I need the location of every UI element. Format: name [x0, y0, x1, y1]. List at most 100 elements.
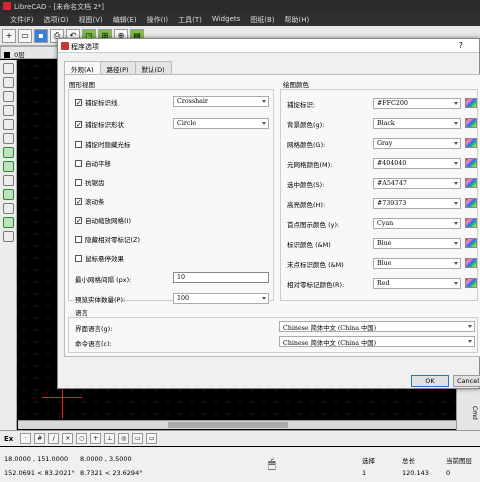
dimension-tool-icon[interactable] [3, 147, 14, 158]
color-picker-icon[interactable] [465, 118, 477, 128]
help-icon[interactable]: ? [459, 41, 463, 50]
background-color-select[interactable]: Black [373, 118, 461, 129]
autopan-option[interactable]: 自动平移 [75, 158, 111, 168]
color-picker-icon[interactable] [465, 138, 477, 148]
color-picker-icon[interactable] [465, 238, 477, 248]
relative-zero-icon[interactable]: ◎ [118, 433, 130, 444]
line-tool-icon[interactable] [3, 63, 14, 74]
info-tool-icon[interactable] [3, 203, 14, 214]
mouse-icon: 🖱 [268, 457, 276, 472]
menu-tools[interactable]: 工具(T) [178, 15, 202, 26]
scrollbar-thumb[interactable] [168, 422, 288, 428]
menu-options[interactable]: 选项(O) [44, 15, 69, 26]
end-handle-color-select[interactable]: Blue [373, 258, 461, 269]
save-icon[interactable]: ▪ [34, 28, 48, 43]
antialias-checkbox[interactable] [75, 178, 82, 186]
snap-free-icon[interactable]: · [20, 433, 32, 444]
hide-relative-zero-checkbox[interactable] [75, 235, 82, 243]
hover-effect-checkbox[interactable] [75, 254, 82, 262]
meta-grid-color-select[interactable]: #404040 [373, 158, 461, 169]
chevron-down-icon [454, 202, 458, 205]
command-language-select[interactable]: Chinese 简体中文 (China 中国) [279, 336, 475, 347]
tab-paths[interactable]: 路径(P) [99, 61, 136, 74]
menu-view[interactable]: 视图(V) [78, 15, 102, 26]
view-monitor-2-icon[interactable]: ▭ [146, 433, 158, 444]
snap-shape-select[interactable]: Circle [173, 118, 269, 129]
menu-operations[interactable]: 操作(I) [147, 15, 169, 26]
hatch-tool-icon[interactable] [3, 161, 14, 172]
min-grid-spacing-input[interactable]: 10 [173, 272, 269, 283]
drawing-colors-group-title: 绘图颜色 [283, 81, 309, 89]
start-handle-color-select[interactable]: Cyan [373, 218, 461, 229]
cancel-button[interactable]: Cancel [453, 375, 480, 387]
snap-shape-option[interactable]: ✓ 捕捉标识形状 [75, 119, 124, 129]
color-picker-icon[interactable] [465, 178, 477, 188]
ui-language-select[interactable]: Chinese 简体中文 (China 中国) [279, 321, 475, 332]
hide-cursor-checkbox[interactable] [75, 140, 82, 148]
open-folder-icon[interactable]: ▭ [18, 28, 32, 43]
menu-widgets[interactable]: Widgets [212, 15, 240, 26]
ok-button[interactable]: OK [411, 375, 449, 387]
block-tool-icon[interactable] [3, 217, 14, 228]
handle-color-label: 标识颜色 (&M) [287, 241, 331, 249]
grid-color-select[interactable]: Gray [373, 138, 461, 149]
ellipse-tool-icon[interactable] [3, 105, 14, 116]
snap-indicator-color-select[interactable]: #FFC200 [373, 98, 461, 109]
color-picker-icon[interactable] [465, 278, 477, 288]
preview-count-select[interactable]: 100 [173, 293, 269, 304]
snap-exclusive-label: Ex [4, 434, 14, 443]
selected-color-select[interactable]: #A54747 [373, 178, 461, 189]
image-tool-icon[interactable] [3, 231, 14, 242]
snap-line-select[interactable]: Crosshair [173, 96, 269, 107]
menu-bar: 文件(F) 选项(O) 视图(V) 编辑(E) 操作(I) 工具(T) Widg… [0, 13, 480, 26]
tab-defaults[interactable]: 默认(D) [134, 61, 172, 74]
hide-relative-zero-option[interactable]: 隐藏相对零标记(Z) [75, 234, 140, 244]
snap-midpoint-icon[interactable]: × [62, 433, 74, 444]
total-length-value: 120.143 [402, 469, 429, 477]
menu-help[interactable]: 帮助(H) [285, 15, 310, 26]
highlight-color-select[interactable]: #739373 [373, 198, 461, 209]
hover-effect-option[interactable]: 鼠标悬停效果 [75, 253, 124, 263]
snap-grid-toggle-icon[interactable]: # [34, 433, 46, 444]
text-tool-icon[interactable] [3, 175, 14, 186]
preferences-dialog: 程序选项 ? 外观(A) 路径(P) 默认(D) 图形视图 ✓ 捕捉标识线 Cr… [57, 38, 480, 389]
spline-tool-icon[interactable] [3, 133, 14, 144]
layer-selector[interactable]: 0层 [0, 46, 60, 59]
color-picker-icon[interactable] [465, 258, 477, 268]
polyline-tool-icon[interactable] [3, 119, 14, 130]
color-picker-icon[interactable] [465, 98, 477, 108]
color-picker-icon[interactable] [465, 218, 477, 228]
autoscale-grid-checkbox[interactable]: ✓ [75, 216, 82, 224]
coord-polar: 152.0691 < 83.2021° [4, 469, 75, 477]
color-picker-icon[interactable] [465, 158, 477, 168]
handle-color-select[interactable]: Blue [373, 238, 461, 249]
view-monitor-icon[interactable]: ▭ [132, 433, 144, 444]
menu-edit[interactable]: 编辑(E) [113, 15, 137, 26]
graphic-view-group-title: 图形视图 [69, 81, 95, 89]
tab-appearance[interactable]: 外观(A) [64, 61, 101, 74]
scrollbars-checkbox[interactable]: ✓ [75, 197, 82, 205]
circle-tool-icon[interactable] [3, 77, 14, 88]
snap-shape-checkbox[interactable]: ✓ [75, 120, 82, 128]
hide-cursor-option[interactable]: 捕捉时隐藏光标 [75, 139, 131, 149]
autopan-checkbox[interactable] [75, 159, 82, 167]
scrollbars-option[interactable]: ✓ 滚动条 [75, 196, 105, 206]
snap-center-icon[interactable]: ○ [76, 433, 88, 444]
modify-tool-icon[interactable] [3, 189, 14, 200]
snap-line-option[interactable]: ✓ 捕捉标识线 [75, 97, 118, 107]
new-file-icon[interactable]: + [2, 28, 16, 43]
color-picker-icon[interactable] [465, 198, 477, 208]
relative-zero-color-select[interactable]: Red [373, 278, 461, 289]
snap-endpoint-icon[interactable]: / [48, 433, 60, 444]
arc-tool-icon[interactable] [3, 91, 14, 102]
command-dock-label: Cmd [471, 406, 478, 420]
snap-intersection-icon[interactable]: + [90, 433, 102, 444]
horizontal-scrollbar[interactable] [18, 420, 456, 429]
autoscale-grid-option[interactable]: ✓ 自动缩放网格(I) [75, 215, 131, 225]
restrict-icon[interactable]: ⊥ [104, 433, 116, 444]
total-length-label: 总长 [402, 457, 415, 465]
antialias-option[interactable]: 抗锯齿 [75, 177, 105, 187]
menu-file[interactable]: 文件(F) [10, 15, 34, 26]
menu-drawing[interactable]: 图纸(B) [250, 15, 274, 26]
snap-line-checkbox[interactable]: ✓ [75, 98, 82, 106]
